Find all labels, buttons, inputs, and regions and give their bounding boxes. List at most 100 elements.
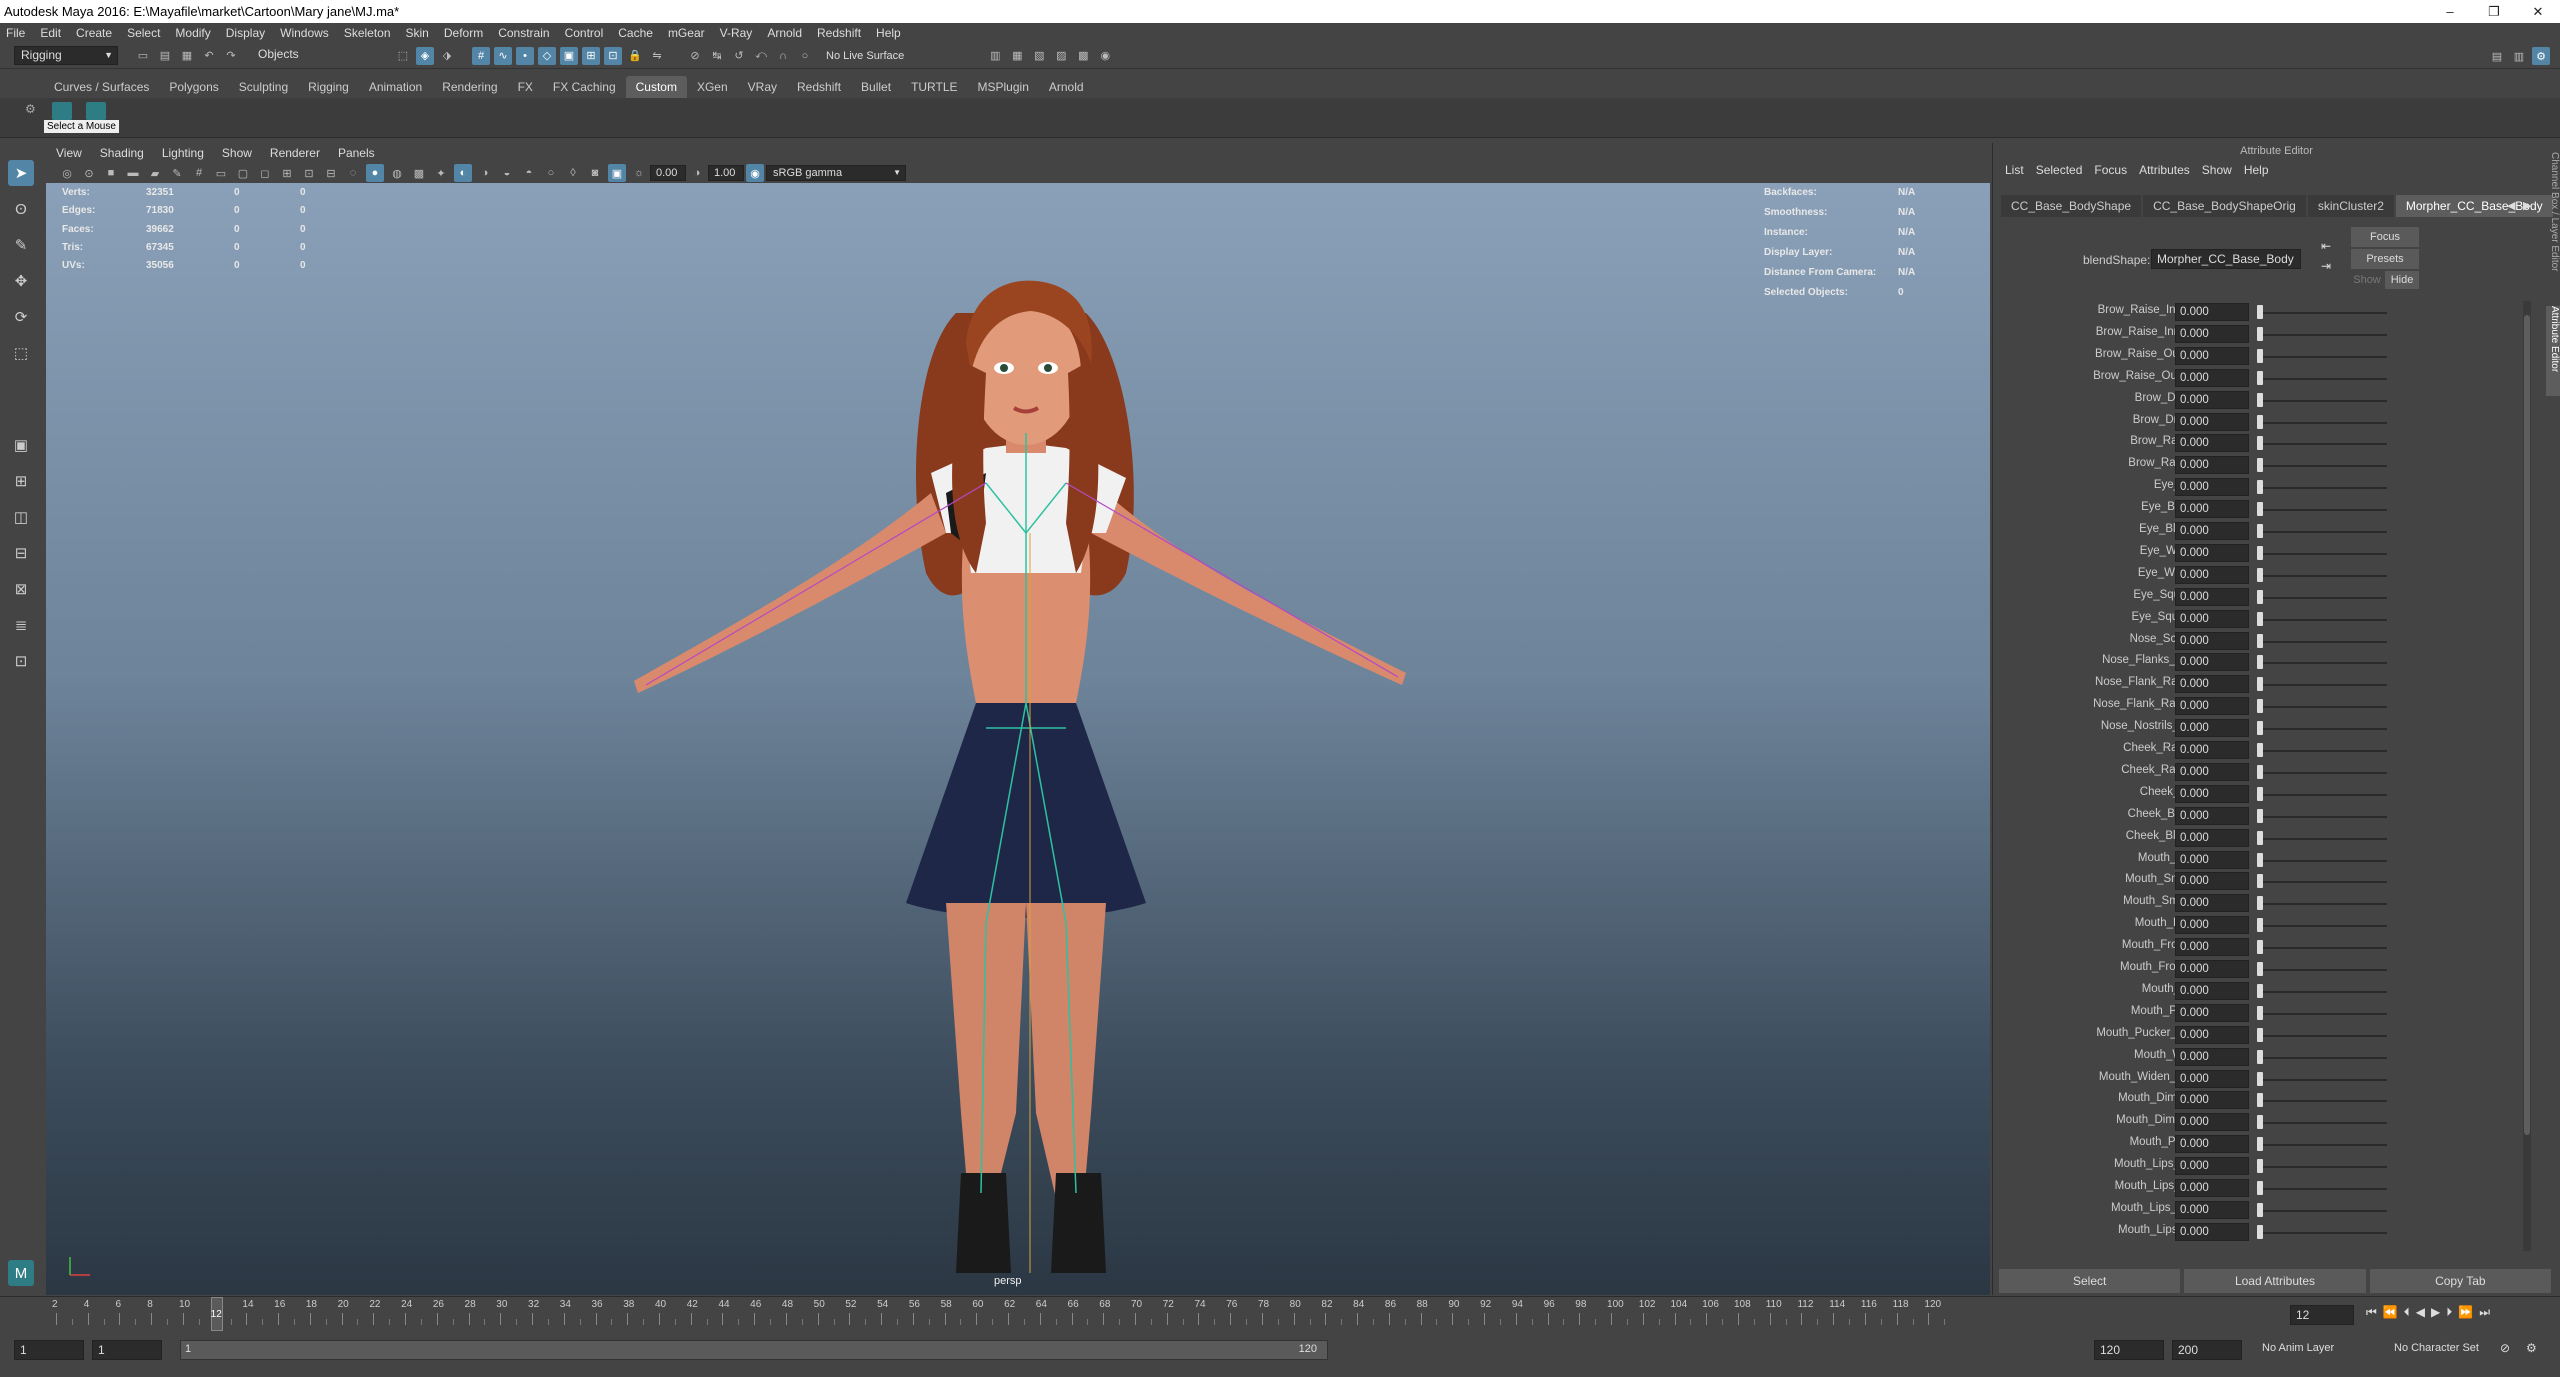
attr-value-field[interactable]: 0.000 — [2175, 412, 2249, 431]
step-back-key-icon[interactable]: ⏪ — [2383, 1305, 2398, 1320]
ae-menu-show[interactable]: Show — [2202, 163, 2232, 177]
attr-value-field[interactable]: 0.000 — [2175, 762, 2249, 781]
camera-attrs-icon[interactable]: ⊙ — [80, 164, 98, 182]
attr-slider-track[interactable] — [2257, 465, 2387, 468]
snap-grid-icon[interactable]: # — [472, 46, 490, 65]
attr-slider-track[interactable] — [2257, 969, 2387, 971]
input-ops-icon[interactable]: ↹ — [708, 47, 726, 65]
attr-value-field[interactable]: 0.000 — [2175, 1222, 2249, 1241]
attr-slider-handle[interactable] — [2257, 326, 2263, 341]
shelf-tab-redshift[interactable]: Redshift — [787, 76, 851, 98]
ae-menu-attributes[interactable]: Attributes — [2139, 163, 2190, 177]
attr-slider-handle[interactable] — [2257, 983, 2263, 998]
smooth-shade-icon[interactable]: ● — [366, 164, 384, 182]
go-to-start-icon[interactable]: ⏮ — [2366, 1305, 2377, 1320]
attr-value-field[interactable]: 0.000 — [2175, 1113, 2249, 1132]
motion-blur-icon[interactable]: ◒ — [498, 164, 516, 182]
persp-outliner-layout-icon[interactable]: ⊟ — [8, 540, 34, 566]
attr-value-field[interactable]: 0.000 — [2175, 522, 2249, 540]
attr-slider-handle[interactable] — [2257, 1071, 2263, 1086]
attr-slider-track[interactable] — [2257, 531, 2387, 533]
select-tool-icon[interactable]: ➤ — [8, 160, 34, 186]
step-forward-key-icon[interactable]: ⏩ — [2458, 1305, 2473, 1320]
close-button[interactable]: ✕ — [2516, 0, 2560, 23]
attr-slider-track[interactable] — [2257, 377, 2387, 380]
attr-slider-track[interactable] — [2257, 1231, 2387, 1234]
attr-value-field[interactable]: 0.000 — [2175, 1091, 2249, 1110]
wireframe-icon[interactable]: ◌ — [344, 164, 362, 182]
attr-slider-handle[interactable] — [2257, 940, 2263, 955]
menu-modify[interactable]: Modify — [175, 26, 210, 40]
preferences-icon[interactable]: ⚙ — [2526, 1341, 2537, 1355]
attr-slider-track[interactable] — [2257, 1012, 2387, 1015]
attr-slider-handle[interactable] — [2257, 1137, 2263, 1152]
soft-select-icon[interactable]: ○ — [796, 47, 814, 65]
presets-button[interactable]: Presets — [2351, 249, 2419, 269]
rotate-tool-icon[interactable]: ⟳ — [8, 304, 34, 330]
animation-start-field[interactable]: 1 — [14, 1340, 84, 1360]
scrollbar[interactable] — [2523, 301, 2531, 1251]
attr-slider-handle[interactable] — [2257, 305, 2263, 319]
attr-value-field[interactable]: 0.000 — [2175, 1179, 2249, 1197]
move-tool-icon[interactable]: ✥ — [8, 268, 34, 294]
attr-value-field[interactable]: 0.000 — [2175, 434, 2249, 453]
attr-slider-handle[interactable] — [2257, 348, 2263, 363]
attr-slider-handle[interactable] — [2257, 677, 2263, 692]
resolution-gate-icon[interactable]: ▢ — [234, 164, 252, 182]
film-gate-icon[interactable]: ▭ — [212, 164, 230, 182]
attr-slider-track[interactable] — [2257, 1188, 2387, 1190]
attr-slider-track[interactable] — [2257, 815, 2387, 818]
snap-plane-icon[interactable]: ⊡ — [604, 46, 622, 65]
attr-slider-handle[interactable] — [2257, 392, 2263, 407]
attr-slider-handle[interactable] — [2257, 480, 2263, 495]
attr-slider-handle[interactable] — [2257, 764, 2263, 779]
menu-deform[interactable]: Deform — [444, 26, 483, 40]
range-slider[interactable]: 1 120 — [180, 1340, 1328, 1360]
camera-2d-icon[interactable]: ▰ — [146, 164, 164, 182]
attr-slider-handle[interactable] — [2257, 699, 2263, 714]
select-component-icon[interactable]: ⬗ — [438, 47, 456, 65]
open-scene-icon[interactable]: ▤ — [156, 47, 174, 65]
attr-slider-handle[interactable] — [2257, 1181, 2263, 1195]
menu-edit[interactable]: Edit — [40, 26, 61, 40]
render-setup-icon[interactable]: ◉ — [1096, 47, 1114, 65]
menu-vray[interactable]: V-Ray — [720, 26, 753, 40]
shelf-tab-xgen[interactable]: XGen — [687, 76, 738, 98]
scrollbar-thumb[interactable] — [2524, 315, 2530, 1135]
attr-slider-track[interactable] — [2257, 618, 2387, 621]
toggle-channel-box-icon[interactable]: ▥ — [2510, 47, 2528, 65]
attr-slider-handle[interactable] — [2257, 567, 2263, 582]
safe-action-icon[interactable]: ⊡ — [300, 164, 318, 182]
shelf-tab-arnold[interactable]: Arnold — [1039, 76, 1094, 98]
attr-slider-track[interactable] — [2257, 903, 2387, 906]
mouse-script-icon-2[interactable] — [86, 102, 106, 120]
safe-title-icon[interactable]: ⊟ — [322, 164, 340, 182]
attribute-editor-side-tab[interactable]: Attribute Editor — [2546, 306, 2560, 396]
viewport-menu-shading[interactable]: Shading — [100, 146, 144, 160]
attr-slider-handle[interactable] — [2257, 1093, 2263, 1108]
menu-display[interactable]: Display — [226, 26, 265, 40]
viewport-menu-lighting[interactable]: Lighting — [162, 146, 204, 160]
attr-slider-track[interactable] — [2257, 487, 2387, 490]
selection-mode-dropdown[interactable]: Objects — [252, 46, 362, 65]
attr-slider-handle[interactable] — [2257, 786, 2263, 801]
menu-skeleton[interactable]: Skeleton — [344, 26, 391, 40]
play-forward-icon[interactable]: ▶ — [2431, 1305, 2440, 1320]
attr-value-field[interactable]: 0.000 — [2175, 850, 2249, 869]
attr-slider-handle[interactable] — [2257, 721, 2263, 736]
menu-redshift[interactable]: Redshift — [817, 26, 861, 40]
render-frame-icon[interactable]: ▦ — [1008, 47, 1026, 65]
attr-slider-handle[interactable] — [2257, 1115, 2263, 1130]
grid-icon[interactable]: # — [190, 164, 208, 182]
step-forward-frame-icon[interactable]: ⏵ — [2446, 1305, 2452, 1320]
grease-pencil-icon[interactable]: ✎ — [168, 164, 186, 182]
attr-slider-handle[interactable] — [2257, 655, 2263, 670]
attr-slider-handle[interactable] — [2257, 852, 2263, 867]
attr-value-field[interactable]: 0.000 — [2175, 1157, 2249, 1176]
attr-slider-handle[interactable] — [2257, 808, 2263, 823]
lights-icon[interactable]: ✦ — [432, 164, 450, 182]
symmetry-icon[interactable]: ⇋ — [648, 47, 666, 65]
attr-value-field[interactable]: 0.000 — [2175, 587, 2249, 606]
layout-icon[interactable]: ▤ — [2488, 47, 2506, 65]
attr-slider-track[interactable] — [2257, 859, 2387, 862]
